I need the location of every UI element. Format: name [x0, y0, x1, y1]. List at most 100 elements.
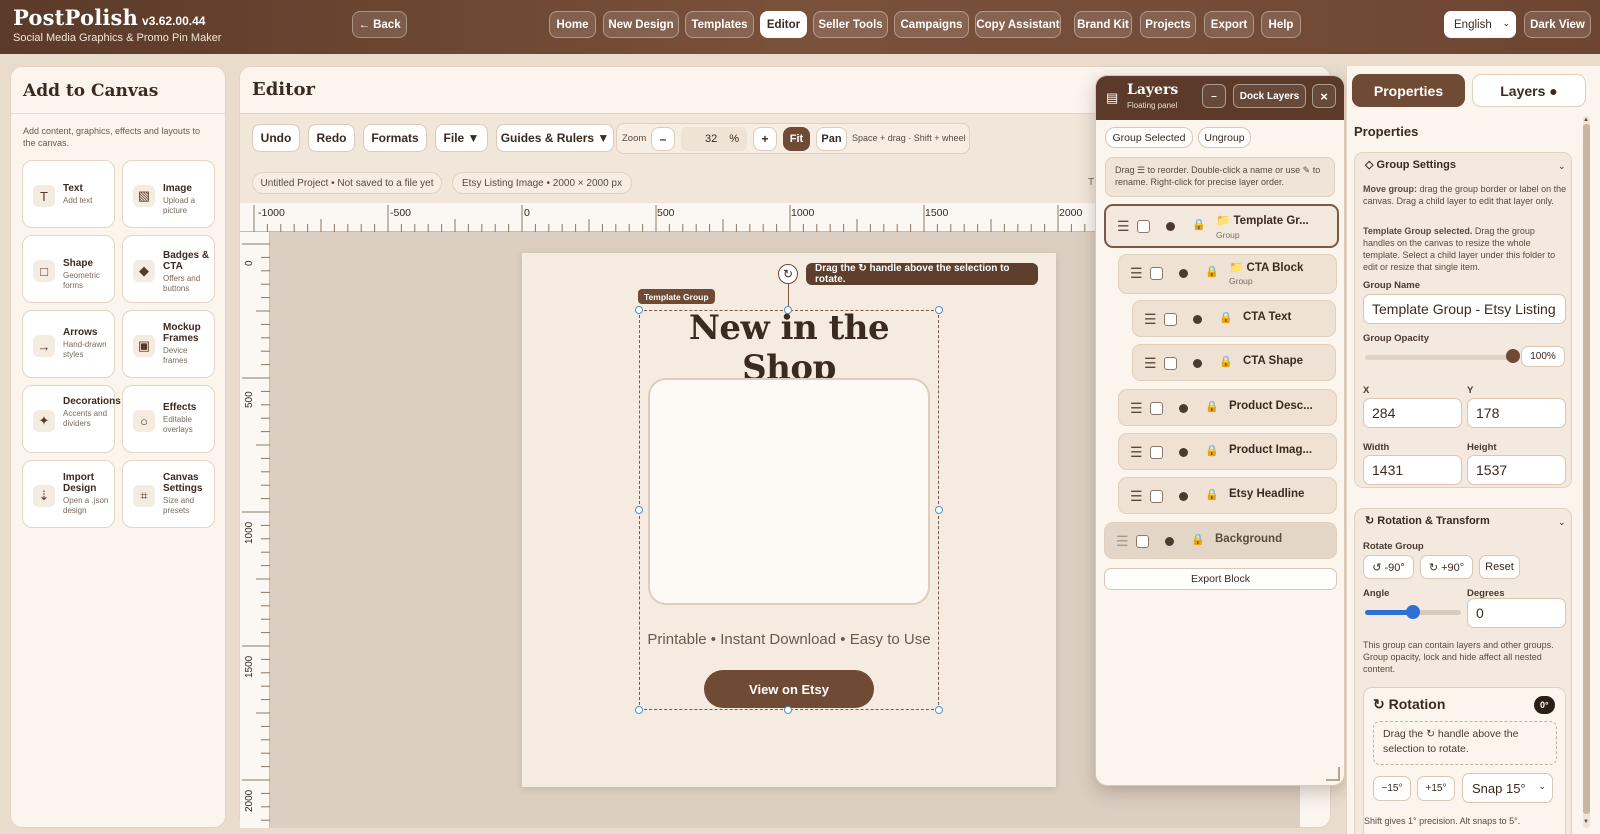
scroll-up-icon[interactable]: ▲	[1583, 117, 1589, 123]
rotation-transform-header[interactable]: ↻ Rotation & Transform	[1365, 514, 1490, 527]
group-tag[interactable]: Template Group	[638, 289, 715, 304]
chevron-down-icon[interactable]: ⌄	[1558, 517, 1566, 528]
lock-icon[interactable]: 🔒	[1219, 355, 1233, 368]
resize-handle-tl[interactable]	[635, 306, 643, 314]
language-select[interactable]: English ⌄	[1444, 11, 1516, 38]
nav-new-design[interactable]: New Design	[603, 11, 679, 38]
minimize-button[interactable]: –	[1202, 84, 1226, 108]
drag-handle-icon[interactable]: ☰	[1144, 311, 1157, 328]
y-input[interactable]: 178	[1467, 398, 1566, 428]
resize-handle-b[interactable]	[784, 706, 792, 714]
rotate-reset-button[interactable]: Reset	[1479, 555, 1520, 579]
nav-templates[interactable]: Templates	[685, 11, 754, 38]
visibility-icon[interactable]	[1165, 537, 1174, 546]
rotate-handle-icon[interactable]: ↻	[778, 264, 798, 284]
lock-icon[interactable]: 🔒	[1192, 218, 1206, 231]
nav-editor[interactable]: Editor	[760, 11, 807, 38]
resize-handle-br[interactable]	[935, 706, 943, 714]
nav-seller-tools[interactable]: Seller Tools	[813, 11, 888, 38]
properties-scrollbar-thumb[interactable]	[1583, 124, 1590, 814]
layer-row-cta-text[interactable]: ☰ 🔒 CTA Text	[1132, 300, 1336, 337]
tool-shape[interactable]: □ Shape Geometric forms	[22, 235, 115, 303]
fit-button[interactable]: Fit	[783, 127, 810, 151]
tool-image[interactable]: ▧ Image Upload a picture	[122, 160, 215, 228]
tool-badges-cta[interactable]: ◆ Badges & CTA Offers and buttons	[122, 235, 215, 303]
nav-brand-kit[interactable]: Brand Kit	[1074, 11, 1132, 38]
nav-campaigns[interactable]: Campaigns	[894, 11, 969, 38]
resize-handle-r[interactable]	[935, 506, 943, 514]
visibility-icon[interactable]	[1179, 492, 1188, 501]
layer-name[interactable]: 📁 CTA Block	[1229, 260, 1303, 274]
tool-effects[interactable]: ○ Effects Editable overlays	[122, 385, 215, 453]
scroll-down-icon[interactable]: ▼	[1583, 819, 1589, 825]
visibility-icon[interactable]	[1179, 448, 1188, 457]
group-name-input[interactable]: Template Group - Etsy Listing	[1363, 294, 1566, 324]
visibility-icon[interactable]	[1193, 315, 1202, 324]
close-icon[interactable]: ×	[1312, 84, 1336, 108]
layer-row-product-image[interactable]: ☰ 🔒 Product Imag...	[1118, 433, 1337, 470]
layers-header[interactable]: ▤ Layers Floating panel – Dock Layers ×	[1096, 76, 1344, 120]
visibility-icon[interactable]	[1193, 359, 1202, 368]
selection-outline[interactable]	[639, 310, 939, 710]
angle-slider-thumb[interactable]	[1406, 605, 1420, 619]
export-block-button[interactable]: Export Block	[1104, 568, 1337, 590]
layer-row-etsy-headline[interactable]: ☰ 🔒 Etsy Headline	[1118, 477, 1337, 514]
layer-row-background[interactable]: ☰ 🔒 Background	[1104, 522, 1337, 559]
ungroup-button[interactable]: Ungroup	[1198, 127, 1251, 148]
back-button[interactable]: ← Back	[352, 11, 407, 38]
tool-text[interactable]: T Text Add text	[22, 160, 115, 228]
lock-icon[interactable]: 🔒	[1205, 400, 1219, 413]
layer-name[interactable]: Etsy Headline	[1229, 488, 1304, 500]
nav-help[interactable]: Help	[1261, 11, 1301, 38]
layer-row-cta-block[interactable]: ☰ 🔒 📁 CTA Block Group	[1118, 254, 1337, 294]
group-settings-header[interactable]: ◇ Group Settings	[1365, 158, 1456, 171]
formats-button[interactable]: Formats	[363, 124, 427, 152]
rotate-minus-15-button[interactable]: −15°	[1373, 776, 1411, 801]
guides-rulers-menu[interactable]: Guides & Rulers ▼	[496, 124, 614, 152]
dark-view-button[interactable]: Dark View	[1524, 11, 1591, 38]
zoom-input[interactable]: 32%	[681, 127, 747, 151]
degrees-input[interactable]: 0	[1467, 598, 1566, 628]
zoom-in-button[interactable]: +	[753, 127, 777, 151]
layer-row-product-description[interactable]: ☰ 🔒 Product Desc...	[1118, 389, 1337, 426]
drag-handle-icon[interactable]: ☰	[1144, 355, 1157, 372]
layer-checkbox[interactable]	[1164, 357, 1177, 370]
resize-handle-tr[interactable]	[935, 306, 943, 314]
drag-handle-icon[interactable]: ☰	[1130, 444, 1143, 461]
layer-name[interactable]: Product Desc...	[1229, 400, 1313, 412]
resize-handle-l[interactable]	[635, 506, 643, 514]
x-input[interactable]: 284	[1363, 398, 1462, 428]
tool-import-design[interactable]: ⇣ Import Design Open a .json design	[22, 460, 115, 528]
nav-export[interactable]: Export	[1204, 11, 1254, 38]
layer-checkbox[interactable]	[1150, 490, 1163, 503]
drag-handle-icon[interactable]: ☰	[1117, 218, 1130, 235]
layer-name[interactable]: 📁 Template Gr...	[1216, 213, 1309, 227]
tool-canvas-settings[interactable]: ⌗ Canvas Settings Size and presets	[122, 460, 215, 528]
snap-select[interactable]: Snap 15° ⌄	[1462, 773, 1553, 803]
pan-button[interactable]: Pan	[816, 127, 847, 151]
layer-name[interactable]: Product Imag...	[1229, 444, 1312, 456]
lock-icon[interactable]: 🔒	[1191, 533, 1205, 546]
rotate-minus-90-button[interactable]: ↺ -90°	[1363, 555, 1414, 579]
file-menu[interactable]: File ▼	[435, 124, 488, 152]
height-input[interactable]: 1537	[1467, 455, 1566, 485]
nav-home[interactable]: Home	[549, 11, 596, 38]
opacity-slider-thumb[interactable]	[1506, 349, 1520, 363]
opacity-slider[interactable]	[1365, 355, 1513, 360]
tool-mockup-frames[interactable]: ▣ Mockup Frames Device frames	[122, 310, 215, 378]
resize-handle-t[interactable]	[784, 306, 792, 314]
layer-checkbox[interactable]	[1150, 267, 1163, 280]
tool-arrows[interactable]: → Arrows Hand-drawn styles	[22, 310, 115, 378]
group-selected-button[interactable]: Group Selected	[1105, 127, 1193, 148]
zoom-out-button[interactable]: –	[651, 127, 675, 151]
lock-icon[interactable]: 🔒	[1219, 311, 1233, 324]
lock-icon[interactable]: 🔒	[1205, 265, 1219, 278]
opacity-value[interactable]: 100%	[1521, 346, 1565, 367]
resize-grip-icon[interactable]	[1326, 767, 1340, 781]
redo-button[interactable]: Redo	[308, 124, 355, 152]
chevron-down-icon[interactable]: ⌄	[1558, 161, 1566, 172]
tab-layers[interactable]: Layers ●	[1472, 74, 1586, 107]
nav-projects[interactable]: Projects	[1140, 11, 1196, 38]
layer-name[interactable]: Background	[1215, 533, 1282, 545]
drag-handle-icon[interactable]: ☰	[1130, 400, 1143, 417]
